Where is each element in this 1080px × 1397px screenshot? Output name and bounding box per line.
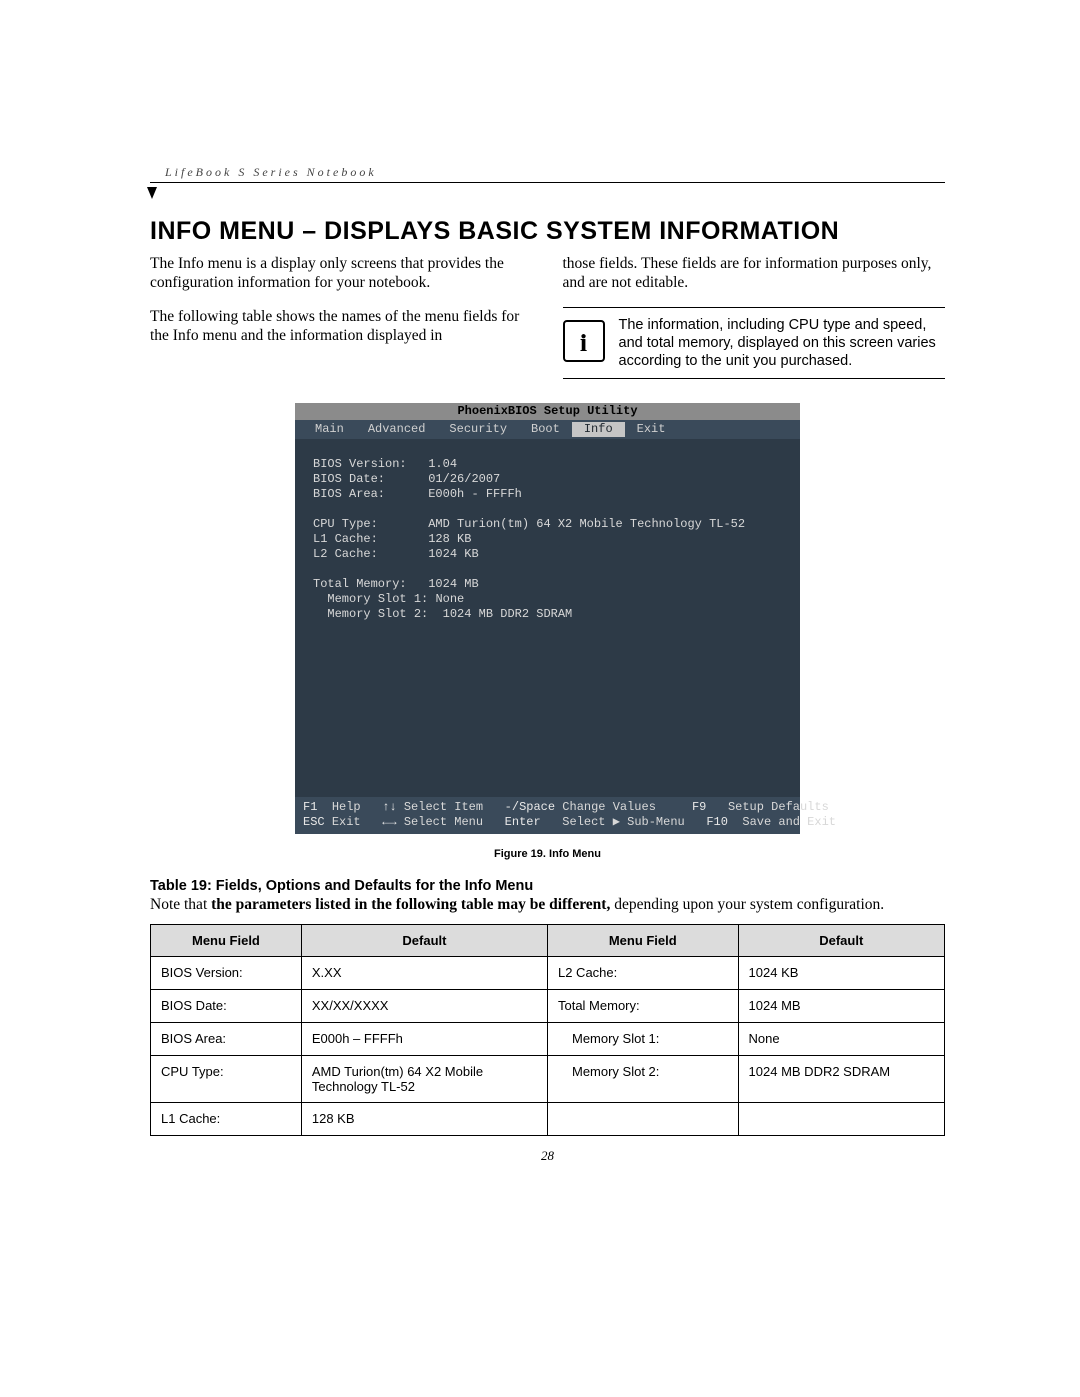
bios-label: Memory Slot 2:: [327, 607, 428, 621]
table-note-bold: the parameters listed in the following t…: [211, 896, 610, 913]
cell-field: Total Memory:: [547, 990, 738, 1023]
bios-value: 1024 MB: [428, 577, 478, 591]
bios-key: F1: [303, 800, 317, 814]
bios-screenshot: PhoenixBIOS Setup Utility Main Advanced …: [295, 403, 800, 834]
cell-default: 128 KB: [301, 1103, 547, 1136]
table-note-prefix: Note that: [150, 896, 211, 913]
bios-label: Total Memory:: [313, 577, 407, 591]
table-caption: Table 19: Fields, Options and Defaults f…: [150, 878, 945, 894]
bios-tab-info: Info: [572, 422, 625, 437]
bios-value: 01/26/2007: [428, 472, 500, 486]
note-rule-top: [563, 307, 946, 308]
bios-tab-exit: Exit: [625, 422, 678, 437]
bios-value: 128 KB: [428, 532, 471, 546]
cell-default: AMD Turion(tm) 64 X2 Mobile Technology T…: [301, 1056, 547, 1103]
note-text: The information, including CPU type and …: [619, 316, 946, 370]
bios-label: L2 Cache:: [313, 547, 378, 561]
th-menu-field-2: Menu Field: [547, 925, 738, 957]
bios-label: Memory Slot 1:: [327, 592, 428, 606]
bios-tab-security: Security: [437, 422, 519, 437]
cell-field: BIOS Area:: [151, 1023, 302, 1056]
bios-label: BIOS Date:: [313, 472, 385, 486]
note-rule-bottom: [563, 378, 946, 379]
cell-default: 1024 MB: [738, 990, 944, 1023]
bios-footer: F1 Help ↑↓ Select Item -/Space Change Va…: [295, 797, 800, 834]
bios-tabs: Main Advanced Security Boot Info Exit: [295, 420, 800, 439]
intro-para-2: The following table shows the names of t…: [150, 307, 533, 346]
bios-hint: Select Item: [404, 800, 483, 814]
bios-tab-main: Main: [303, 422, 356, 437]
cell-default: [738, 1103, 944, 1136]
bios-tab-advanced: Advanced: [356, 422, 438, 437]
bios-title: PhoenixBIOS Setup Utility: [295, 403, 800, 420]
defaults-table: Menu Field Default Menu Field Default BI…: [150, 924, 945, 1136]
bios-hint: Change Values: [562, 800, 656, 814]
bios-body: BIOS Version: 1.04 BIOS Date: 01/26/2007…: [295, 439, 800, 797]
bios-key: F9: [692, 800, 706, 814]
th-default-1: Default: [301, 925, 547, 957]
intro-para-3: those fields. These fields are for infor…: [563, 254, 946, 293]
cell-default: 1024 MB DDR2 SDRAM: [738, 1056, 944, 1103]
bios-value: 1024 KB: [428, 547, 478, 561]
table-note: Note that the parameters listed in the f…: [150, 896, 945, 914]
th-menu-field-1: Menu Field: [151, 925, 302, 957]
cell-default: E000h – FFFFh: [301, 1023, 547, 1056]
cell-default: X.XX: [301, 957, 547, 990]
table-note-suffix: depending upon your system configuration…: [610, 896, 884, 913]
cell-field: Memory Slot 1:: [547, 1023, 738, 1056]
bios-hint: Exit: [332, 815, 361, 829]
bios-key: -/Space: [505, 800, 555, 814]
bios-key: ↑↓: [382, 800, 396, 814]
table-row: L1 Cache:128 KB: [151, 1103, 945, 1136]
cell-default: 1024 KB: [738, 957, 944, 990]
header-rule: [150, 182, 945, 183]
intro-para-1: The Info menu is a display only screens …: [150, 254, 533, 293]
bios-label: BIOS Area:: [313, 487, 385, 501]
bios-value: 1024 MB DDR2 SDRAM: [443, 607, 573, 621]
bios-hint: Save and Exit: [742, 815, 836, 829]
table-row: BIOS Area:E000h – FFFFhMemory Slot 1:Non…: [151, 1023, 945, 1056]
bios-hint: Setup Defaults: [728, 800, 829, 814]
bios-value: AMD Turion(tm) 64 X2 Mobile Technology T…: [428, 517, 745, 531]
info-icon: ● ı: [563, 320, 605, 362]
arrow-down-icon: [147, 187, 157, 199]
page-number: 28: [150, 1148, 945, 1164]
cell-field: Memory Slot 2:: [547, 1056, 738, 1103]
cell-field: BIOS Date:: [151, 990, 302, 1023]
cell-default: None: [738, 1023, 944, 1056]
cell-default: XX/XX/XXXX: [301, 990, 547, 1023]
table-row: CPU Type:AMD Turion(tm) 64 X2 Mobile Tec…: [151, 1056, 945, 1103]
bios-hint: Select ▶ Sub-Menu: [562, 815, 684, 829]
th-default-2: Default: [738, 925, 944, 957]
bios-value: E000h - FFFFh: [428, 487, 522, 501]
table-row: BIOS Version:X.XXL2 Cache:1024 KB: [151, 957, 945, 990]
bios-key: F10: [706, 815, 728, 829]
cell-field: L2 Cache:: [547, 957, 738, 990]
page-title: INFO MENU – DISPLAYS BASIC SYSTEM INFORM…: [150, 217, 945, 246]
figure-caption: Figure 19. Info Menu: [150, 848, 945, 860]
table-row: BIOS Date:XX/XX/XXXXTotal Memory:1024 MB: [151, 990, 945, 1023]
bios-key: ESC: [303, 815, 325, 829]
bios-key: ←→: [382, 815, 396, 829]
bios-value: 1.04: [428, 457, 457, 471]
bios-label: CPU Type:: [313, 517, 378, 531]
running-header: LifeBook S Series Notebook: [165, 165, 945, 180]
cell-field: L1 Cache:: [151, 1103, 302, 1136]
bios-label: L1 Cache:: [313, 532, 378, 546]
cell-field: CPU Type:: [151, 1056, 302, 1103]
bios-hint: Help: [332, 800, 361, 814]
cell-field: BIOS Version:: [151, 957, 302, 990]
bios-value: None: [435, 592, 464, 606]
bios-hint: Select Menu: [404, 815, 483, 829]
bios-key: Enter: [505, 815, 541, 829]
cell-field: [547, 1103, 738, 1136]
bios-tab-boot: Boot: [519, 422, 572, 437]
bios-label: BIOS Version:: [313, 457, 407, 471]
info-note-box: ● ı The information, including CPU type …: [563, 307, 946, 379]
